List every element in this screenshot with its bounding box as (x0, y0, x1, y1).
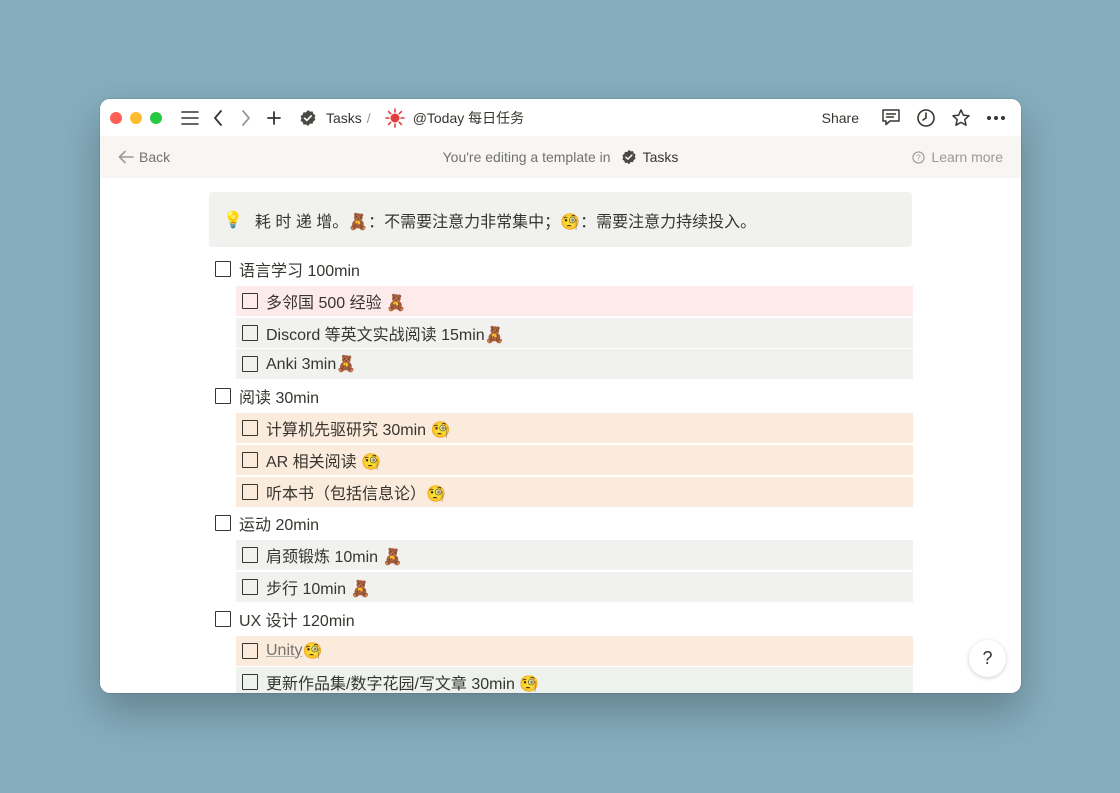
todo-label: 计算机先驱研究 30min 🧐 (266, 421, 451, 439)
share-button[interactable]: Share (822, 110, 859, 126)
learn-more-label: Learn more (931, 149, 1003, 165)
verified-check-icon (621, 149, 637, 165)
todo-label: AR 相关阅读 🧐 (266, 453, 382, 471)
todo-list: 语言学习 100min 多邻国 500 经验 🧸 Discord 等英文实战阅读 1… (209, 254, 913, 693)
todo-item[interactable]: Unity 🧐 (236, 635, 913, 666)
minimize-window-button[interactable] (130, 111, 142, 124)
todo-label: 阅读 30min (239, 390, 320, 408)
todo-checkbox[interactable] (242, 324, 258, 341)
comment-icon[interactable] (879, 106, 902, 129)
help-label: ? (982, 648, 993, 668)
help-button[interactable]: ? (969, 640, 1006, 677)
todo-label: 多邻国 500 经验 🧸 (266, 294, 406, 312)
learn-more-link[interactable]: ? Learn more (912, 149, 1003, 165)
todo-item[interactable]: UX 设计 120min (209, 604, 913, 634)
todo-checkbox[interactable] (242, 674, 258, 691)
todo-item[interactable]: 阅读 30min (209, 381, 913, 411)
todo-label: 听本书（包括信息论）🧐 (266, 485, 446, 503)
todo-label: 运动 20min (239, 517, 320, 535)
close-window-button[interactable] (110, 111, 122, 124)
history-clock-icon[interactable] (914, 106, 937, 129)
maximize-window-button[interactable] (150, 111, 162, 124)
todo-item[interactable]: 肩颈锻炼 10min 🧸 (236, 540, 913, 571)
todo-item[interactable]: 多邻国 500 经验 🧸 (236, 285, 913, 316)
todo-checkbox[interactable] (215, 515, 231, 532)
todo-label: 肩颈锻炼 10min 🧸 (266, 549, 403, 567)
titlebar: Tasks / @Today 每日任务 Share (100, 99, 1021, 136)
todo-checkbox[interactable] (215, 610, 231, 627)
todo-checkbox[interactable] (242, 451, 258, 468)
breadcrumb-current-page[interactable]: @Today 每日任务 (383, 106, 524, 130)
todo-checkbox[interactable] (242, 419, 258, 436)
todo-label: Discord 等英文实战阅读 15min🧸 (266, 326, 505, 344)
todo-item[interactable]: 更新作品集/数字花园/写文章 30min 🧐 (236, 667, 913, 693)
todo-emoji: 🧐 (302, 642, 323, 660)
svg-text:?: ? (917, 152, 922, 162)
breadcrumb-parent[interactable]: Tasks (326, 110, 362, 126)
todo-checkbox[interactable] (242, 356, 258, 373)
back-arrow-icon[interactable] (206, 106, 230, 130)
callout-block[interactable]: 💡 耗 时 递 增。🧸：不需要注意力非常集中；🧐：需要注意力持续投入。 (209, 192, 912, 247)
todo-item[interactable]: Anki 3min🧸 (236, 349, 913, 380)
page-title: @Today 每日任务 (412, 109, 525, 126)
callout-text: 耗 时 递 增。🧸：不需要注意力非常集中；🧐：需要注意力持续投入。 (254, 213, 757, 231)
todo-item[interactable]: 语言学习 100min (209, 254, 913, 284)
todo-item[interactable]: Discord 等英文实战阅读 15min🧸 (236, 317, 913, 348)
todo-label: 更新作品集/数字花园/写文章 30min 🧐 (266, 676, 540, 693)
app-window: Tasks / @Today 每日任务 Share Back You're ed… (100, 99, 1021, 693)
page-content: 💡 耗 时 递 增。🧸：不需要注意力非常集中；🧐：需要注意力持续投入。 语言学习… (209, 192, 913, 693)
more-options-icon[interactable] (984, 106, 1007, 129)
todo-checkbox[interactable] (242, 578, 258, 595)
favorite-star-icon[interactable] (949, 106, 972, 129)
help-circle-icon: ? (912, 150, 926, 164)
new-page-plus-icon[interactable] (262, 106, 286, 130)
todo-item[interactable]: AR 相关阅读 🧐 (236, 444, 913, 475)
todo-checkbox[interactable] (242, 292, 258, 309)
todo-item[interactable]: 听本书（包括信息论）🧐 (236, 476, 913, 507)
breadcrumb: Tasks / @Today 每日任务 (296, 106, 524, 130)
todo-label: 语言学习 100min (239, 263, 360, 280)
todo-label: 步行 10min 🧸 (266, 580, 371, 598)
todo-checkbox[interactable] (242, 642, 258, 659)
sidebar-menu-icon[interactable] (178, 106, 202, 130)
red-sun-icon (383, 106, 407, 130)
editing-target-label: Tasks (642, 149, 679, 165)
todo-label[interactable]: Unity (266, 642, 302, 660)
todo-checkbox[interactable] (242, 547, 258, 564)
verified-check-icon (296, 106, 320, 130)
todo-checkbox[interactable] (215, 261, 231, 277)
window-controls (110, 111, 162, 124)
template-editing-bar: Back You're editing a template in Tasks … (100, 136, 1021, 178)
editing-label: You're editing a template in (442, 149, 611, 165)
editing-target[interactable]: Tasks (621, 149, 679, 165)
breadcrumb-separator: / (366, 109, 371, 126)
todo-label: Anki 3min🧸 (266, 356, 357, 374)
todo-item[interactable]: 计算机先驱研究 30min 🧐 (236, 412, 913, 443)
todo-item[interactable]: 步行 10min 🧸 (236, 571, 913, 602)
lightbulb-icon: 💡 (223, 211, 243, 229)
template-editing-notice: You're editing a template in Tasks (100, 149, 1021, 165)
todo-label: UX 设计 120min (239, 612, 355, 630)
forward-arrow-icon[interactable] (234, 106, 258, 130)
todo-item[interactable]: 运动 20min (209, 508, 913, 538)
todo-checkbox[interactable] (215, 388, 231, 405)
todo-checkbox[interactable] (242, 483, 258, 500)
